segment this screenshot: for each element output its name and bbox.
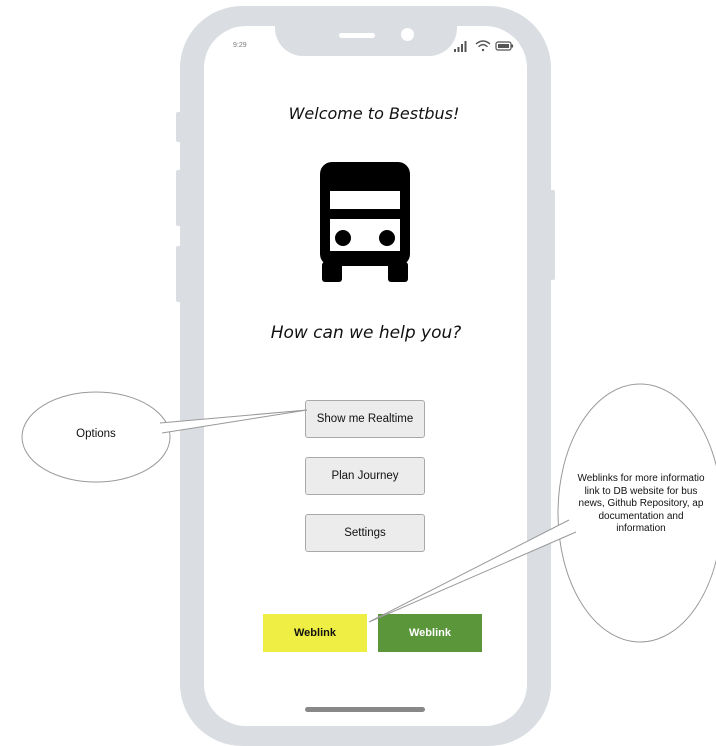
options-annotation: Options: [76, 428, 116, 440]
weblinks-annotation-line: link to DB website for bus: [584, 485, 698, 497]
annotation-layer: [21, 383, 716, 643]
weblinks-annotation-line: information: [616, 523, 666, 534]
weblinks-annotation: Weblinks for more informatio link to DB …: [556, 473, 716, 536]
weblinks-annotation-line: news, Github Repository, ap: [578, 498, 704, 509]
weblinks-annotation-line: Weblinks for more informatio: [577, 473, 705, 484]
weblinks-annotation-line: documentation and: [598, 510, 684, 522]
